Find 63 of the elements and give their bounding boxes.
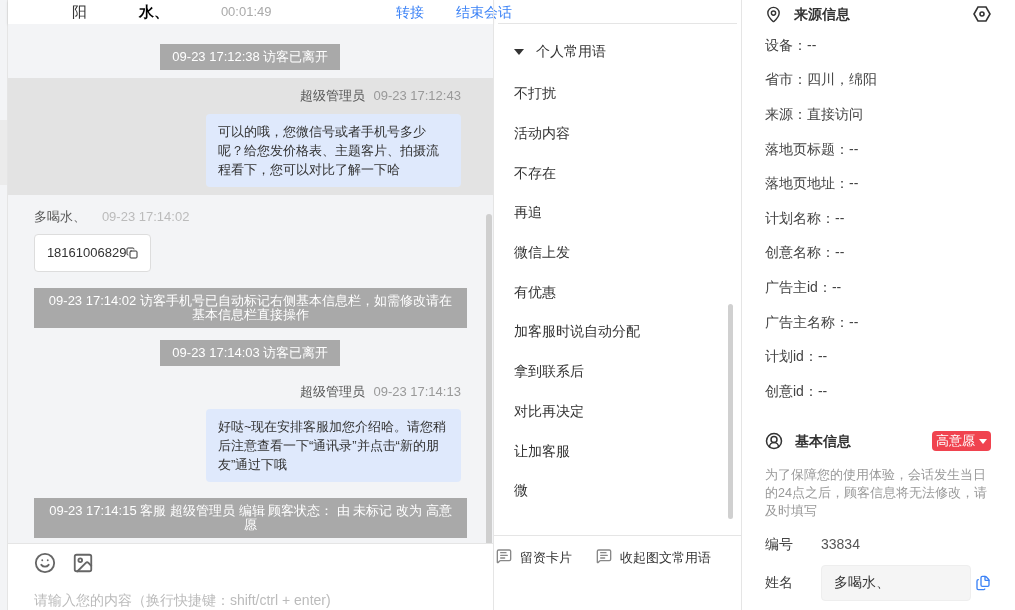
message-time: 09-23 17:14:13 (373, 382, 461, 401)
phrase-item[interactable]: 不存在 (493, 153, 741, 194)
sender-name: 多喝水、 (33, 207, 86, 226)
user-icon (765, 432, 783, 451)
sender-name: 超级管理员 (300, 382, 366, 401)
header-link[interactable]: 转接 (395, 1, 424, 23)
field-label: 姓名 (765, 573, 794, 593)
info-field: 省市：四川，绵阳 (765, 62, 991, 98)
info-field: 创意名称：-- (765, 235, 991, 271)
phrase-item[interactable]: 有优惠 (493, 272, 741, 313)
field-label: 编号 (765, 534, 794, 554)
message-icon (595, 548, 612, 564)
phrase-item[interactable]: 让加客服 (493, 431, 741, 471)
message-bubble: 可以的哦，您微信号或者手机号多少呢？给您发价格表、主题客片、拍摄流程看下，您可以对比了解一下哈 (205, 113, 461, 187)
info-field: 计划id：-- (765, 339, 991, 374)
field-value: 33834 (821, 534, 860, 554)
phrase-item[interactable]: 活动内容 (493, 113, 741, 154)
system-notice: 09-23 17:14:03 访客已离开 (160, 339, 341, 366)
scrollbar[interactable] (485, 214, 492, 543)
sender-name: 超级管理员 (300, 87, 366, 105)
message-bubble: 好哒~现在安排客服加您介绍哈。请您稍后注意查看一下“通讯录”并点击“新的朋友”通过下哦 (205, 409, 461, 482)
status-dropdown[interactable]: 高意愿 (932, 431, 991, 451)
toolbar-button[interactable]: 留资卡片 (495, 548, 572, 568)
message-time: 09-23 17:14:02 (101, 207, 190, 226)
section-title: 来源信息 (794, 4, 850, 24)
info-field: 来源：直接访问 (765, 97, 991, 132)
location-icon (765, 5, 782, 23)
section-toggle[interactable]: 个人常用语 (493, 24, 741, 74)
emoji-icon[interactable] (33, 552, 56, 574)
system-notice: 09-23 17:14:15 客服 超级管理员 编辑 顾客状态： 由 未标记 改为 高意愿 (33, 498, 467, 538)
copy-icon[interactable] (126, 246, 139, 259)
system-notice: 09-23 17:12:38 访客已离开 (160, 44, 341, 70)
system-notice: 09-23 17:14:02 访客手机号已自动标记右侧基本信息栏，如需修改请在基本信息栏直接操作 (33, 287, 467, 328)
phrase-item[interactable]: 不打扰 (493, 74, 741, 114)
info-field: 落地页标题：-- (765, 131, 991, 167)
toolbar-button[interactable]: 收起图文常用语 (595, 548, 711, 568)
header-text: 水、 (138, 1, 169, 22)
phrase-item[interactable]: 对比再决定 (493, 391, 741, 432)
session-duration: 00:01:49 (220, 3, 272, 22)
message-input[interactable]: 请输入您的内容（换行快捷键：shift/ctrl + enter) (33, 590, 467, 610)
note-text: 为了保障您的使用体验，会话发生当日的24点之后，顾客信息将无法修改，请及时填写 (765, 466, 988, 520)
info-field: 落地页地址：-- (765, 166, 991, 201)
image-icon[interactable] (71, 552, 94, 574)
settings-icon[interactable] (973, 5, 991, 23)
info-field: 创意id：-- (765, 373, 991, 409)
info-field: 广告主名称：-- (765, 304, 991, 340)
phone-number: 18161006829 (46, 244, 127, 262)
section-title: 基本信息 (795, 431, 851, 451)
copy-icon[interactable] (975, 574, 991, 591)
phrase-item[interactable]: 拿到联系后 (493, 351, 741, 392)
info-field: 广告主id：-- (765, 270, 991, 305)
phrase-item[interactable]: 再追 (493, 193, 741, 233)
name-field[interactable]: 多喝水、 (821, 564, 971, 601)
message-icon (495, 548, 512, 564)
phrase-item[interactable]: 微信上发 (493, 232, 741, 273)
header-text: 阳 (71, 1, 87, 22)
scrollbar[interactable] (728, 304, 733, 519)
triangle-icon (513, 48, 524, 55)
phrase-item[interactable]: 微 (493, 470, 741, 511)
info-field: 计划名称：-- (765, 200, 991, 236)
message-time: 09-23 17:12:43 (373, 87, 461, 105)
info-field: 设备：-- (765, 28, 991, 63)
phrase-item[interactable]: 加客服时说自动分配 (493, 312, 741, 352)
